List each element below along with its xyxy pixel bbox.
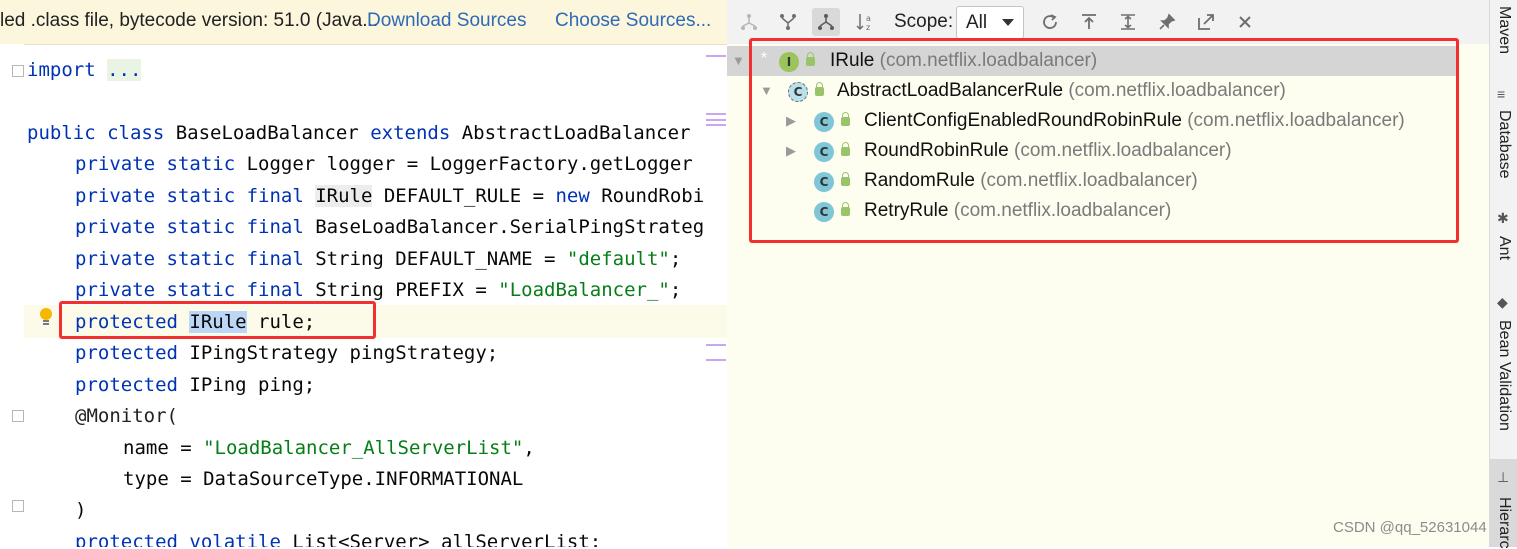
scrollbar-marker[interactable] [706,344,726,346]
folded-imports[interactable]: ... [107,59,142,81]
pin-icon[interactable] [1153,8,1181,36]
side-tab-bean-validation[interactable]: Bean Validation [1495,320,1513,431]
scope-dropdown[interactable]: All [956,6,1024,39]
open-in-window-icon[interactable] [1192,8,1220,36]
close-icon[interactable] [1231,8,1259,36]
code-line-logger[interactable]: private static Logger logger = LoggerFac… [75,152,693,176]
code-line-close-paren[interactable]: ) [75,498,86,522]
scope-label: Scope: [894,11,954,32]
scrollbar-marker[interactable] [706,359,726,361]
banner-message: led .class file, bytecode version: 51.0 … [0,10,379,31]
code-line-ping[interactable]: protected IPing ping; [75,373,315,397]
svg-text:z: z [866,23,870,32]
bean-validation-icon: ◆ [1497,294,1508,310]
code-line-default-name[interactable]: private static final String DEFAULT_NAME… [75,247,681,271]
scrollbar-marker[interactable] [706,119,726,121]
side-tab-hierarchy-active[interactable]: ⊥ Hierarc [1490,459,1517,549]
sort-alphabetically-icon[interactable]: az [851,8,879,36]
download-sources-link[interactable]: Download Sources [367,10,526,32]
subtypes-hierarchy-icon[interactable] [812,8,840,36]
fold-toggle-icon[interactable] [12,410,24,422]
side-tab-ant[interactable]: Ant [1495,236,1513,260]
code-line-prefix[interactable]: private static final String PREFIX = "Lo… [75,278,681,302]
highlight-box-hierarchy [749,38,1459,243]
code-line-monitor-type[interactable]: type = DataSourceType.INFORMATIONAL [123,467,523,491]
highlight-box-rule-field [59,301,376,339]
hierarchy-icon: ⊥ [1497,469,1510,485]
code-line-default-rule[interactable]: private static final IRule DEFAULT_RULE … [75,184,704,208]
editor-gutter [0,44,24,547]
decompiled-banner: led .class file, bytecode version: 51.0 … [0,0,727,45]
watermark: CSDN @qq_52631044 [1333,519,1487,536]
class-hierarchy-icon[interactable] [735,8,763,36]
code-line-monitor-name[interactable]: name = "LoadBalancer_AllServerList", [123,436,535,460]
fold-toggle-icon[interactable] [12,65,24,77]
scrollbar-marker[interactable] [706,124,726,126]
code-editor[interactable]: led .class file, bytecode version: 51.0 … [0,0,728,547]
svg-text:a: a [866,14,871,23]
code-line-ping-strategy[interactable]: protected IPingStrategy pingStrategy; [75,341,498,365]
export-to-text-icon[interactable] [1075,8,1103,36]
side-tab-maven[interactable]: Maven [1495,6,1513,54]
choose-sources-link[interactable]: Choose Sources... [555,10,711,32]
lightbulb-icon[interactable] [39,307,53,327]
scrollbar-marker[interactable] [706,113,726,115]
expand-all-icon[interactable] [1114,8,1142,36]
chevron-down-icon [1002,19,1014,26]
code-line-monitor[interactable]: @Monitor( [75,404,178,428]
fold-toggle-icon[interactable] [12,500,24,512]
side-tab-hierarchy: Hierarc [1496,497,1513,549]
side-tab-database[interactable]: Database [1495,110,1513,179]
scrollbar-marker[interactable] [706,55,726,57]
supertypes-hierarchy-icon[interactable] [774,8,802,36]
hierarchy-panel: az Scope: All ▼ * I IRule (com.netflix.l… [727,0,1489,547]
ant-icon: ✱ [1497,210,1509,226]
code-line-all-server-list[interactable]: protected volatile List<Server> allServe… [75,530,601,547]
right-tool-strip: Maven ≡ Database ✱ Ant ◆ Bean Validation… [1489,0,1517,549]
code-line-import[interactable]: import ... [27,58,142,82]
chevron-down-icon[interactable]: ▼ [732,53,745,68]
code-line-serial-ping[interactable]: private static final BaseLoadBalancer.Se… [75,215,704,239]
database-icon: ≡ [1497,86,1506,102]
scope-value: All [966,12,988,33]
code-line-class-decl[interactable]: public class BaseLoadBalancer extends Ab… [27,121,690,145]
refresh-icon[interactable] [1036,8,1064,36]
